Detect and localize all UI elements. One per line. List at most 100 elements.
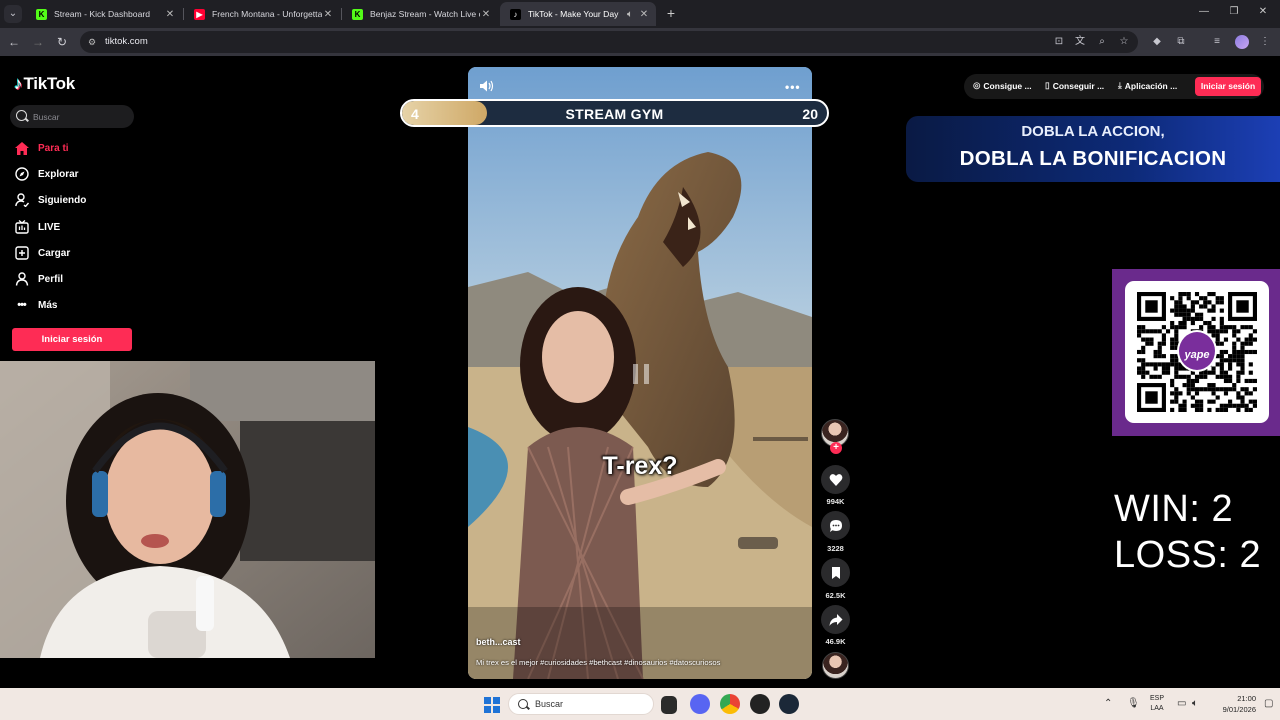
header-link-label: Conseguir ... [1052, 80, 1105, 91]
tab-title: French Montana - Unforgettable [212, 9, 322, 19]
clock-time[interactable]: 21:00 [1208, 694, 1256, 703]
reload-icon[interactable]: ↻ [54, 34, 70, 50]
tab-title: TikTok - Make Your Day [528, 9, 619, 19]
obs-icon[interactable] [750, 694, 770, 714]
keyboard-layout[interactable]: LAA [1145, 705, 1169, 712]
save-button[interactable] [821, 558, 850, 587]
steam-icon[interactable] [779, 694, 799, 714]
nav-item-siguiendo[interactable]: Siguiendo [14, 191, 86, 209]
header-link-coins[interactable]: ◎ Consigue ... [973, 80, 1032, 91]
extension-diamond-icon[interactable]: ◆ [1150, 35, 1164, 49]
stream-gym-bar: STREAM GYM 4 20 [400, 99, 829, 127]
tiktok-search-box[interactable] [10, 105, 134, 128]
login-button[interactable]: Iniciar sesión [12, 328, 132, 351]
back-icon[interactable]: ← [6, 34, 22, 50]
browser-tab-strip: ⌄ K Stream - Kick Dashboard ✕ ▶ French M… [0, 0, 1280, 28]
video-description[interactable]: Mi trex es el mejor #curiosidades #bethc… [476, 658, 720, 667]
heart-icon [829, 473, 842, 486]
pause-icon[interactable] [628, 361, 654, 387]
comment-button[interactable] [821, 511, 850, 540]
nav-item-para-ti[interactable]: Para ti [14, 139, 69, 157]
file-explorer-icon[interactable] [661, 696, 677, 714]
windows-start-icon[interactable] [484, 697, 500, 713]
taskbar-search-label: Buscar [535, 699, 564, 709]
forward-icon[interactable]: → [30, 34, 46, 50]
taskbar-search[interactable]: Buscar [508, 693, 654, 715]
discord-icon[interactable] [690, 694, 710, 714]
install-app-icon[interactable]: ⊡ [1052, 35, 1066, 49]
url-text[interactable]: tiktok.com [105, 36, 148, 47]
nav-label: Cargar [38, 247, 71, 259]
kick-icon: K [352, 8, 363, 20]
compass-icon [14, 167, 29, 182]
close-tab-icon[interactable]: ✕ [480, 9, 492, 20]
network-icon[interactable]: ▭ [1177, 698, 1186, 709]
phone-icon: ▯ [1045, 80, 1050, 90]
tab-search-menu-button[interactable]: ⌄ [4, 5, 22, 23]
nav-item-explorar[interactable]: Explorar [14, 165, 79, 183]
volume-icon[interactable] [480, 80, 494, 92]
nav-item-mas[interactable]: ••• Más [14, 296, 57, 314]
video-caption-overlay: T-rex? [602, 452, 678, 480]
sound-avatar[interactable] [822, 652, 849, 679]
new-tab-button[interactable]: + [664, 5, 678, 21]
stream-gym-title: STREAM GYM [565, 106, 664, 122]
video-more-options-icon[interactable]: ••• [785, 80, 801, 94]
nav-label: Para ti [38, 142, 69, 154]
address-bar[interactable] [80, 31, 1138, 53]
share-button[interactable] [821, 605, 850, 634]
notifications-icon[interactable]: ▢ [1264, 698, 1273, 709]
nav-item-cargar[interactable]: Cargar [14, 244, 70, 262]
comment-count: 3228 [827, 544, 844, 553]
browser-menu-icon[interactable]: ⋮ [1258, 35, 1272, 49]
share-count: 46.9K [825, 637, 846, 646]
following-icon [14, 193, 29, 208]
tiktok-icon: ♪ [510, 8, 521, 20]
nav-item-live[interactable]: LIVE [14, 218, 60, 236]
download-icon: ⤓ [1118, 80, 1122, 90]
microphone-icon[interactable]: 🎙︎ [1127, 698, 1140, 709]
close-tab-icon[interactable]: ✕ [322, 9, 334, 20]
nav-item-perfil[interactable]: Perfil [14, 270, 63, 288]
header-link-download[interactable]: ⤓ Aplicación ... [1118, 80, 1177, 91]
minimize-icon[interactable]: — [1197, 6, 1211, 17]
tab-tiktok[interactable]: ♪ TikTok - Make Your Day 🔈︎ ✕ [500, 2, 656, 26]
search-icon [518, 699, 528, 709]
chrome-icon[interactable] [720, 694, 740, 714]
extensions-puzzle-icon[interactable]: ⧉ [1174, 35, 1188, 49]
translate-icon[interactable]: 文 [1073, 35, 1087, 49]
site-info-icon[interactable]: ⚙ [88, 36, 100, 48]
header-login-button[interactable]: Iniciar sesión [1195, 77, 1261, 96]
tab-audio-icon[interactable]: 🔈︎ [622, 9, 638, 20]
nav-label: Siguiendo [38, 194, 87, 206]
maximize-icon[interactable]: ❐ [1227, 6, 1241, 17]
zoom-icon[interactable]: ⌕ [1095, 35, 1109, 49]
bookmark-icon [831, 566, 840, 579]
header-link-app[interactable]: ▯ Conseguir ... [1045, 80, 1104, 91]
clock-date[interactable]: 9/01/2026 [1208, 705, 1256, 714]
share-icon [829, 613, 842, 626]
header-link-label: Aplicación ... [1124, 80, 1178, 91]
profile-avatar[interactable] [1235, 35, 1249, 49]
stream-gym-current: 4 [411, 106, 419, 122]
close-tab-icon[interactable]: ✕ [638, 9, 650, 20]
speaker-icon[interactable]: 🔈︎ [1192, 698, 1198, 709]
language-code[interactable]: ESP [1145, 695, 1169, 702]
search-input[interactable] [33, 109, 128, 124]
media-queue-icon[interactable]: ≡ [1210, 35, 1224, 49]
save-count: 62.5K [825, 591, 846, 600]
tab-title: Stream - Kick Dashboard [54, 9, 150, 19]
close-tab-icon[interactable]: ✕ [164, 9, 176, 20]
bookmark-star-icon[interactable]: ☆ [1117, 35, 1131, 49]
webcam-image [0, 361, 375, 658]
tray-overflow-icon[interactable]: ⌃ [1104, 698, 1112, 709]
tiktok-logo[interactable]: ♪ TikTok [14, 74, 75, 94]
tab-youtube[interactable]: ▶ French Montana - Unforgettable ✕ [184, 2, 340, 26]
home-icon [14, 141, 29, 156]
like-button[interactable] [821, 465, 850, 494]
tab-benjaz-stream[interactable]: K Benjaz Stream - Watch Live on ✕ [342, 2, 498, 26]
tab-kick-dashboard[interactable]: K Stream - Kick Dashboard ✕ [26, 2, 182, 26]
follow-plus-icon[interactable]: + [830, 442, 842, 454]
close-window-icon[interactable]: ✕ [1256, 6, 1270, 17]
video-author[interactable]: beth...cast [476, 637, 521, 647]
